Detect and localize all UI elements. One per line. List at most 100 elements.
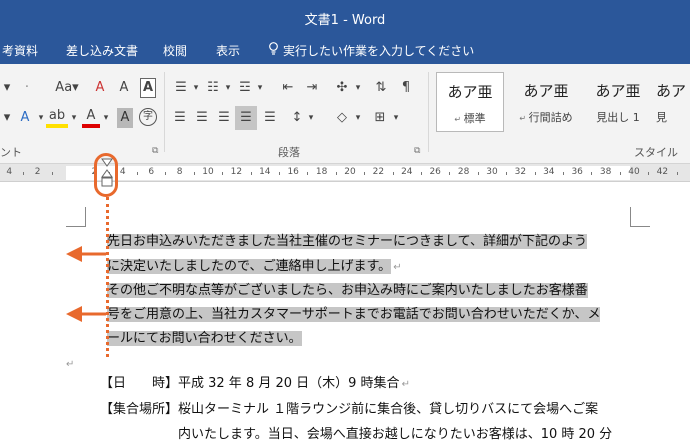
- bullets-arrow[interactable]: ▾: [191, 78, 201, 98]
- indent-marker-icon[interactable]: [101, 158, 113, 188]
- align-right-icon[interactable]: ☰: [214, 108, 234, 128]
- ruler-number: 4: [6, 167, 13, 177]
- ruler-tick: [23, 172, 25, 175]
- numbering-arrow[interactable]: ▾: [223, 78, 233, 98]
- left-arrow-icon: [66, 306, 106, 322]
- window-title: 文書1 - Word: [304, 13, 386, 28]
- style-heading-2[interactable]: あア 見: [656, 72, 690, 132]
- tab-review[interactable]: 校閲: [163, 42, 187, 59]
- ruler-tick: [591, 172, 593, 175]
- margin-corner-left: [66, 207, 86, 227]
- increase-indent-icon[interactable]: ⇥: [302, 78, 322, 98]
- empty-paragraph-mark: ↵: [66, 359, 75, 370]
- ruler-tick: [364, 172, 366, 175]
- highlight-button[interactable]: ab: [46, 108, 68, 128]
- ruler-tick: [335, 172, 337, 175]
- value-meeting-place[interactable]: 桜山ターミナル １階ラウンジ前に集合後、貸し切りバスにて会場へご案: [178, 399, 598, 421]
- font-group-label: ント: [0, 146, 22, 159]
- shading-icon[interactable]: ◇: [332, 108, 352, 128]
- ruler-tick: [279, 172, 280, 175]
- multilevel-list-icon[interactable]: ☲: [236, 78, 254, 98]
- subscript-arrow[interactable]: ▾: [0, 108, 14, 128]
- character-shading-button[interactable]: A: [117, 108, 133, 128]
- value-meeting-place-cont[interactable]: 内いたします。当日、会場へ直接お越しになりたいお客様は、10 時 20 分: [178, 424, 612, 440]
- font-color-arrow[interactable]: ▾: [101, 108, 111, 128]
- ruler-number: 10: [202, 167, 214, 177]
- line-spacing-arrow[interactable]: ▾: [306, 108, 316, 128]
- line-spacing-icon[interactable]: ↕: [288, 108, 306, 128]
- ruler-number: 2: [34, 167, 41, 177]
- lightbulb-icon: [268, 42, 280, 58]
- ruler-number: 20: [344, 167, 356, 177]
- align-left-icon[interactable]: ☰: [170, 108, 190, 128]
- ribbon: ▾ · Aa▾ A A A ▾ A ▾ ab ▾ A ▾ A 字 ント ⧉ ☰ …: [0, 64, 690, 164]
- ruler-tick: [307, 172, 309, 175]
- tab-references[interactable]: 考資料: [2, 42, 38, 59]
- clear-formatting-button[interactable]: A: [92, 78, 108, 98]
- style-no-spacing[interactable]: あア亜 ↵ 行間詰め: [512, 72, 580, 132]
- font-color-button[interactable]: A: [82, 108, 100, 128]
- enclose-characters-button[interactable]: 字: [139, 108, 157, 126]
- ruler-tick: [51, 172, 53, 175]
- paragraph-2-line-2[interactable]: 号をご用意の上、当社カスタマーサポートまでお電話でお問い合わせいただくか、メ: [107, 304, 601, 326]
- highlight-arrow[interactable]: ▾: [69, 108, 79, 128]
- align-center-icon[interactable]: ☰: [192, 108, 212, 128]
- paragraph-mark-icon: ↵: [519, 114, 529, 123]
- ruler-tick: [619, 172, 621, 175]
- group-separator: [428, 72, 429, 152]
- ruler-tick: [506, 172, 508, 175]
- asian-layout-icon[interactable]: ✣: [332, 78, 352, 98]
- borders-icon[interactable]: ⊞: [370, 108, 390, 128]
- numbering-icon[interactable]: ☷: [204, 78, 222, 98]
- paragraph-mark-icon: ↵: [454, 115, 464, 124]
- character-border-button[interactable]: A: [140, 78, 156, 98]
- font-dialog-launcher[interactable]: ⧉: [152, 146, 158, 156]
- style-heading-1[interactable]: あア亜 見出し 1: [584, 72, 652, 132]
- multilevel-arrow[interactable]: ▾: [255, 78, 265, 98]
- font-size-dropdown-arrow[interactable]: ▾: [0, 78, 14, 98]
- ruler-tick: [137, 172, 138, 175]
- sort-icon[interactable]: ⇅: [371, 78, 391, 98]
- ruler-number: 32: [514, 167, 527, 177]
- paragraph-1-line-1[interactable]: 先日お申込みいただきました当社主催のセミナーにつきまして、詳細が下記のよう: [107, 231, 587, 253]
- change-case-button[interactable]: Aa▾: [52, 78, 82, 98]
- paragraph-group-label: 段落: [278, 146, 300, 159]
- group-separator: [164, 72, 165, 152]
- tab-view[interactable]: 表示: [216, 42, 240, 59]
- label-datetime: 【日 時】: [100, 376, 179, 391]
- ruler-number: 8: [176, 167, 183, 177]
- indent-guide-line: [106, 197, 109, 357]
- ruler-number: 14: [259, 167, 271, 177]
- tab-mailings[interactable]: 差し込み文書: [66, 42, 138, 59]
- asian-layout-arrow[interactable]: ▾: [353, 78, 363, 98]
- ruler-number: 16: [287, 167, 299, 177]
- phonetic-guide-button[interactable]: A: [115, 78, 133, 98]
- paragraph-1-line-2[interactable]: に決定いたしましたので、ご連絡申し上げます。 ↵: [107, 256, 402, 278]
- ruler-tick: [477, 172, 479, 175]
- ruler-number: 24: [401, 167, 413, 177]
- bullets-icon[interactable]: ☰: [172, 78, 190, 98]
- text-effects-arrow[interactable]: ▾: [36, 108, 46, 128]
- show-marks-icon[interactable]: ¶: [396, 78, 416, 98]
- distributed-icon[interactable]: ☰: [260, 108, 280, 128]
- ruler-number: 12: [230, 167, 243, 177]
- tell-me-box[interactable]: 実行したい作業を入力してください: [268, 42, 474, 59]
- paragraph-2-line-1[interactable]: その他ご不明な点等がございましたら、お申込み時にご案内いたしましたお客様番: [107, 280, 588, 302]
- title-bar: 文書1 - Word: [0, 0, 690, 34]
- ruler-tick: [648, 172, 650, 175]
- style-normal[interactable]: あア亜 ↵ 標準: [436, 72, 504, 132]
- ruler-number: 22: [372, 167, 385, 177]
- paragraph-dialog-launcher[interactable]: ⧉: [414, 146, 420, 156]
- value-datetime[interactable]: 平成 32 年 8 月 20 日（木）9 時集合 ↵: [178, 373, 410, 396]
- justify-icon[interactable]: ☰: [235, 106, 257, 130]
- shading-arrow[interactable]: ▾: [353, 108, 363, 128]
- ruler-number: 28: [457, 167, 470, 177]
- ruler-tick: [193, 172, 195, 175]
- ruler-number: 18: [315, 167, 328, 177]
- paragraph-2-line-3[interactable]: ールにてお問い合わせください。: [107, 328, 302, 350]
- text-effects-button[interactable]: A: [16, 108, 34, 128]
- ruler-number: 34: [543, 167, 555, 177]
- borders-arrow[interactable]: ▾: [391, 108, 401, 128]
- separator-dot: ·: [24, 80, 30, 95]
- decrease-indent-icon[interactable]: ⇤: [278, 78, 298, 98]
